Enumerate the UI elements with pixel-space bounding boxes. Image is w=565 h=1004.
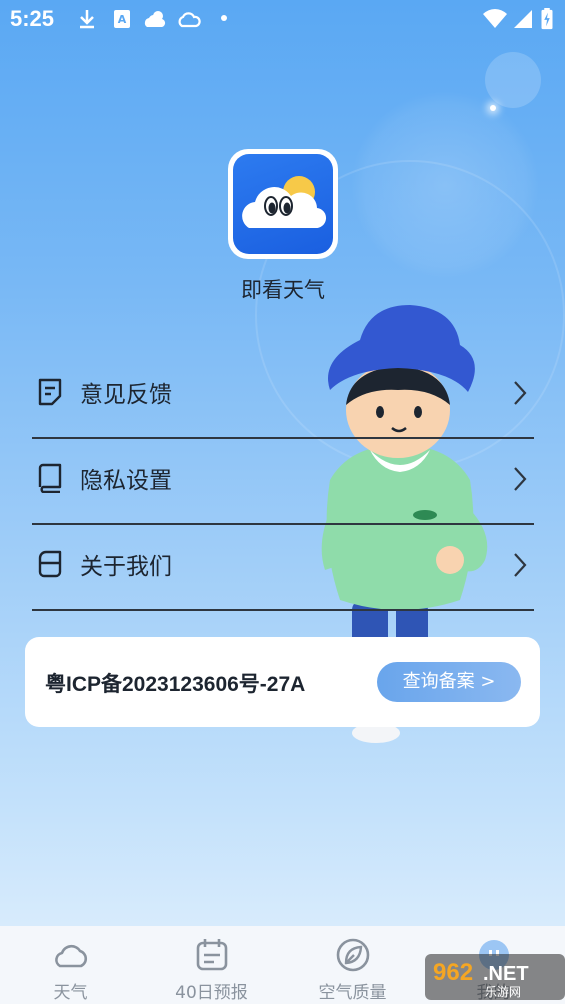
svg-text:A: A — [118, 13, 127, 26]
icp-number: 粤ICP备2023123606号-27A — [45, 673, 306, 696]
status-bar: 5:25 A — [0, 0, 565, 40]
status-time: 5:25 — [10, 6, 55, 31]
privacy-book-icon — [38, 463, 62, 493]
icp-card: 粤ICP备2023123606号-27A 查询备案 > — [25, 637, 540, 727]
tab-label: 40日预报 — [175, 983, 248, 1003]
menu-item-about[interactable]: 关于我们 — [32, 525, 534, 611]
notification-dot — [221, 15, 227, 21]
svg-text:.NET: .NET — [483, 963, 529, 985]
battery-icon — [541, 8, 553, 30]
calendar-icon — [196, 939, 227, 971]
tab-air-quality[interactable]: 空气质量 — [282, 926, 423, 1004]
signal-icon — [514, 10, 532, 28]
background-sparkle — [490, 105, 496, 111]
cloud-icon — [178, 12, 201, 28]
tab-weather[interactable]: 天气 — [0, 926, 141, 1004]
tab-label: 空气质量 — [318, 983, 387, 1003]
background-glow — [350, 90, 540, 280]
svg-text:乐游网: 乐游网 — [485, 985, 521, 999]
site-watermark-logo: 962 .NET 乐游网 — [425, 954, 565, 1000]
translate-icon: A — [114, 10, 130, 28]
feedback-icon — [38, 378, 62, 406]
menu-item-label: 意见反馈 — [80, 382, 172, 408]
menu-item-feedback[interactable]: 意见反馈 — [32, 353, 534, 439]
chevron-right-icon — [514, 467, 527, 491]
leaf-icon — [336, 938, 369, 972]
background-bubble — [485, 52, 541, 108]
chevron-right-icon — [514, 381, 527, 405]
chevron-right-icon — [514, 553, 527, 577]
cloud-icon — [54, 944, 87, 968]
query-icp-button[interactable]: 查询备案 > — [377, 662, 521, 702]
menu-item-label: 隐私设置 — [80, 468, 172, 494]
download-icon — [80, 10, 94, 29]
tab-40-day-forecast[interactable]: 40日预报 — [141, 926, 282, 1004]
tab-label: 天气 — [53, 983, 88, 1003]
app-logo-icon — [242, 176, 327, 229]
menu-item-label: 关于我们 — [80, 554, 172, 580]
weather-icon — [144, 11, 166, 27]
svg-text:962: 962 — [433, 959, 473, 986]
menu-item-privacy[interactable]: 隐私设置 — [32, 439, 534, 525]
about-icon — [38, 550, 62, 578]
wifi-icon — [483, 9, 507, 28]
app-logo — [228, 149, 338, 259]
